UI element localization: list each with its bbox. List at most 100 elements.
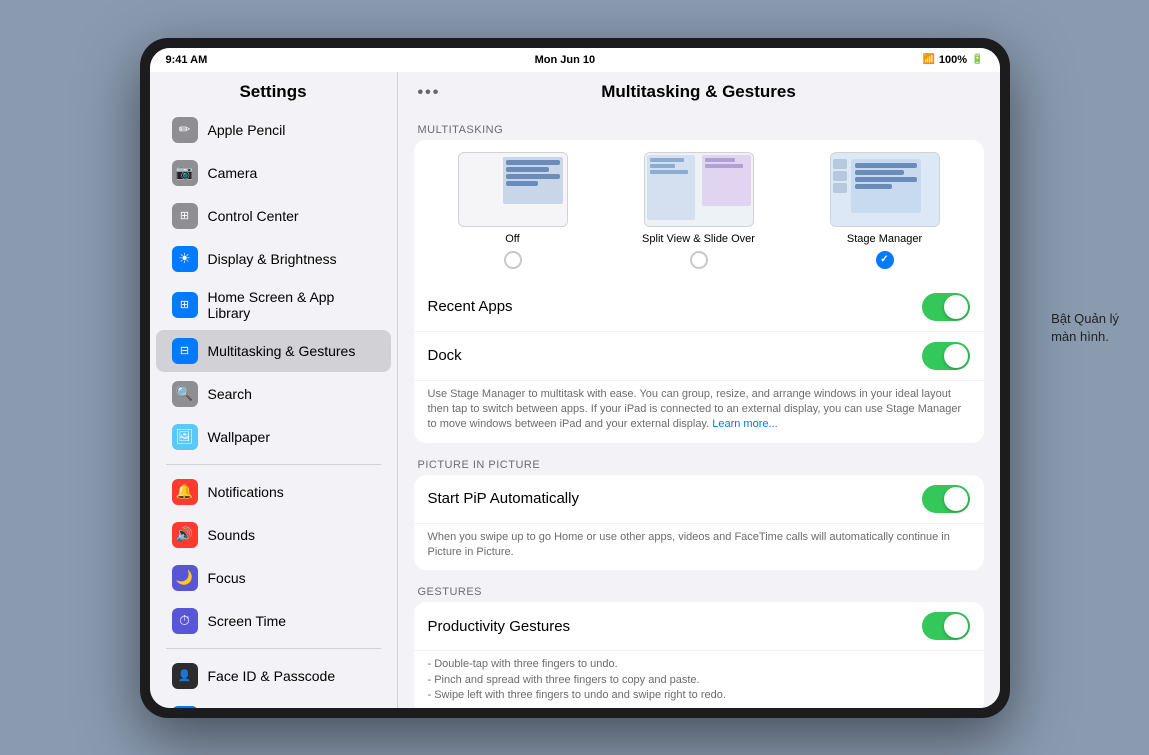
mt-card-stage-image xyxy=(830,152,940,227)
start-pip-label: Start PiP Automatically xyxy=(428,490,579,507)
card-line xyxy=(506,181,538,186)
status-right: 📶 100% 🔋 xyxy=(922,54,983,66)
main-content: Settings ✏ Apple Pencil 📷 Camera ⊞ Contr… xyxy=(150,72,1000,708)
multitasking-cards: Off xyxy=(414,140,984,281)
ipad-screen: 9:41 AM Mon Jun 10 📶 100% 🔋 Settings ✏ A… xyxy=(150,48,1000,708)
detail-panel: ••• Multitasking & Gestures MULTITASKING xyxy=(398,72,1000,708)
sidebar-item-multitasking[interactable]: ⊟ Multitasking & Gestures xyxy=(156,330,391,372)
screen-time-icon: ⏱ xyxy=(172,608,198,634)
sidebar-item-label: Face ID & Passcode xyxy=(208,668,336,684)
notifications-icon: 🔔 xyxy=(172,479,198,505)
productivity-description: - Double-tap with three fingers to undo.… xyxy=(414,651,984,707)
dock-row: Dock xyxy=(414,332,984,381)
stage-card-main xyxy=(851,159,921,214)
pip-description: When you swipe up to go Home or use othe… xyxy=(414,524,984,571)
sidebar-item-label: Control Center xyxy=(208,208,299,224)
sidebar-item-face-id[interactable]: 👤 Face ID & Passcode xyxy=(156,655,391,697)
stage-manager-description: Use Stage Manager to multitask with ease… xyxy=(414,381,984,443)
stage-card-screen xyxy=(831,153,939,226)
recent-apps-toggle[interactable] xyxy=(922,293,970,321)
wifi-icon: 📶 xyxy=(922,54,934,65)
sidebar-item-apple-pencil[interactable]: ✏ Apple Pencil xyxy=(156,109,391,151)
sidebar-item-label: Display & Brightness xyxy=(208,251,337,267)
sidebar-item-home-screen[interactable]: ⊞ Home Screen & App Library xyxy=(156,281,391,329)
multitasking-icon: ⊟ xyxy=(172,338,198,364)
mt-card-split-label: Split View & Slide Over xyxy=(642,233,755,245)
recent-apps-row: Recent Apps xyxy=(414,283,984,332)
sidebar-item-display-brightness[interactable]: ☀ Display & Brightness xyxy=(156,238,391,280)
sidebar-item-wallpaper[interactable]: 🖼 Wallpaper xyxy=(156,416,391,458)
detail-title: Multitasking & Gestures xyxy=(601,82,796,101)
annotation-right: Bật Quản lý màn hình. xyxy=(1051,310,1119,346)
detail-dots[interactable]: ••• xyxy=(418,84,441,102)
stage-mini-1 xyxy=(833,159,847,169)
sidebar-item-screen-time[interactable]: ⏱ Screen Time xyxy=(156,600,391,642)
apple-pencil-icon: ✏ xyxy=(172,117,198,143)
pip-card: Start PiP Automatically When you swipe u… xyxy=(414,475,984,571)
sidebar-item-sounds[interactable]: 🔊 Sounds xyxy=(156,514,391,556)
pip-section-label: PICTURE IN PICTURE xyxy=(414,451,984,475)
card-line xyxy=(855,177,917,182)
dock-toggle[interactable] xyxy=(922,342,970,370)
status-date: Mon Jun 10 xyxy=(535,54,596,66)
sidebar-item-label: Sounds xyxy=(208,527,255,543)
sidebar-item-label: Camera xyxy=(208,165,258,181)
mt-card-split-image xyxy=(644,152,754,227)
gestures-card: Productivity Gestures - Double-tap with … xyxy=(414,602,984,707)
sidebar-item-privacy[interactable]: 🤝 Privacy & Security xyxy=(156,698,391,708)
card-line xyxy=(855,163,917,168)
stage-mini-3 xyxy=(833,183,847,193)
mt-card-off-label: Off xyxy=(505,233,519,245)
focus-icon: 🌙 xyxy=(172,565,198,591)
wallpaper-icon: 🖼 xyxy=(172,424,198,450)
mt-card-split-view[interactable]: Split View & Slide Over xyxy=(612,152,786,269)
control-center-icon: ⊞ xyxy=(172,203,198,229)
mt-card-split-radio[interactable] xyxy=(690,251,708,269)
sidebar-item-notifications[interactable]: 🔔 Notifications xyxy=(156,471,391,513)
sidebar-item-focus[interactable]: 🌙 Focus xyxy=(156,557,391,599)
sidebar-item-label: Focus xyxy=(208,570,246,586)
learn-more-link[interactable]: Learn more... xyxy=(712,418,777,430)
home-screen-icon: ⊞ xyxy=(172,292,198,318)
sidebar-item-camera[interactable]: 📷 Camera xyxy=(156,152,391,194)
dock-label: Dock xyxy=(428,347,462,364)
sidebar-divider-1 xyxy=(166,464,381,465)
multitasking-section-label: MULTITASKING xyxy=(414,116,984,140)
gestures-section-label: GESTURES xyxy=(414,578,984,602)
productivity-gestures-row: Productivity Gestures xyxy=(414,602,984,651)
productivity-toggle[interactable] xyxy=(922,612,970,640)
card-line xyxy=(506,174,559,179)
split-card-left xyxy=(647,155,696,221)
multitasking-cards-container: Off xyxy=(414,140,984,443)
mt-card-stage-label: Stage Manager xyxy=(847,233,922,245)
stage-mini-2 xyxy=(833,171,847,181)
sidebar-divider-2 xyxy=(166,648,381,649)
sidebar-item-label: Search xyxy=(208,386,252,402)
status-time: 9:41 AM xyxy=(166,54,208,66)
detail-content: MULTITASKING xyxy=(398,108,1000,708)
mt-card-stage-manager[interactable]: Stage Manager xyxy=(798,152,972,269)
sidebar-item-search[interactable]: 🔍 Search xyxy=(156,373,391,415)
display-brightness-icon: ☀ xyxy=(172,246,198,272)
mt-card-off-radio[interactable] xyxy=(504,251,522,269)
stage-card-sidebar xyxy=(833,159,849,206)
mt-card-stage-radio[interactable] xyxy=(876,251,894,269)
card-line xyxy=(855,184,892,189)
mt-card-off-image xyxy=(458,152,568,227)
sidebar-title: Settings xyxy=(150,72,397,108)
split-card-screen xyxy=(645,153,753,226)
recent-apps-label: Recent Apps xyxy=(428,298,513,315)
card-line xyxy=(506,160,559,165)
sidebar[interactable]: Settings ✏ Apple Pencil 📷 Camera ⊞ Contr… xyxy=(150,72,398,708)
detail-header: ••• Multitasking & Gestures xyxy=(398,72,1000,108)
sidebar-item-label: Notifications xyxy=(208,484,284,500)
sidebar-item-label: Screen Time xyxy=(208,613,287,629)
off-card-lines xyxy=(503,157,562,204)
search-icon: 🔍 xyxy=(172,381,198,407)
pip-toggle[interactable] xyxy=(922,485,970,513)
card-line xyxy=(506,167,549,172)
ipad-device: 9:41 AM Mon Jun 10 📶 100% 🔋 Settings ✏ A… xyxy=(140,38,1010,718)
sidebar-item-control-center[interactable]: ⊞ Control Center xyxy=(156,195,391,237)
battery-icon: 🔋 xyxy=(971,54,983,65)
mt-card-off[interactable]: Off xyxy=(426,152,600,269)
